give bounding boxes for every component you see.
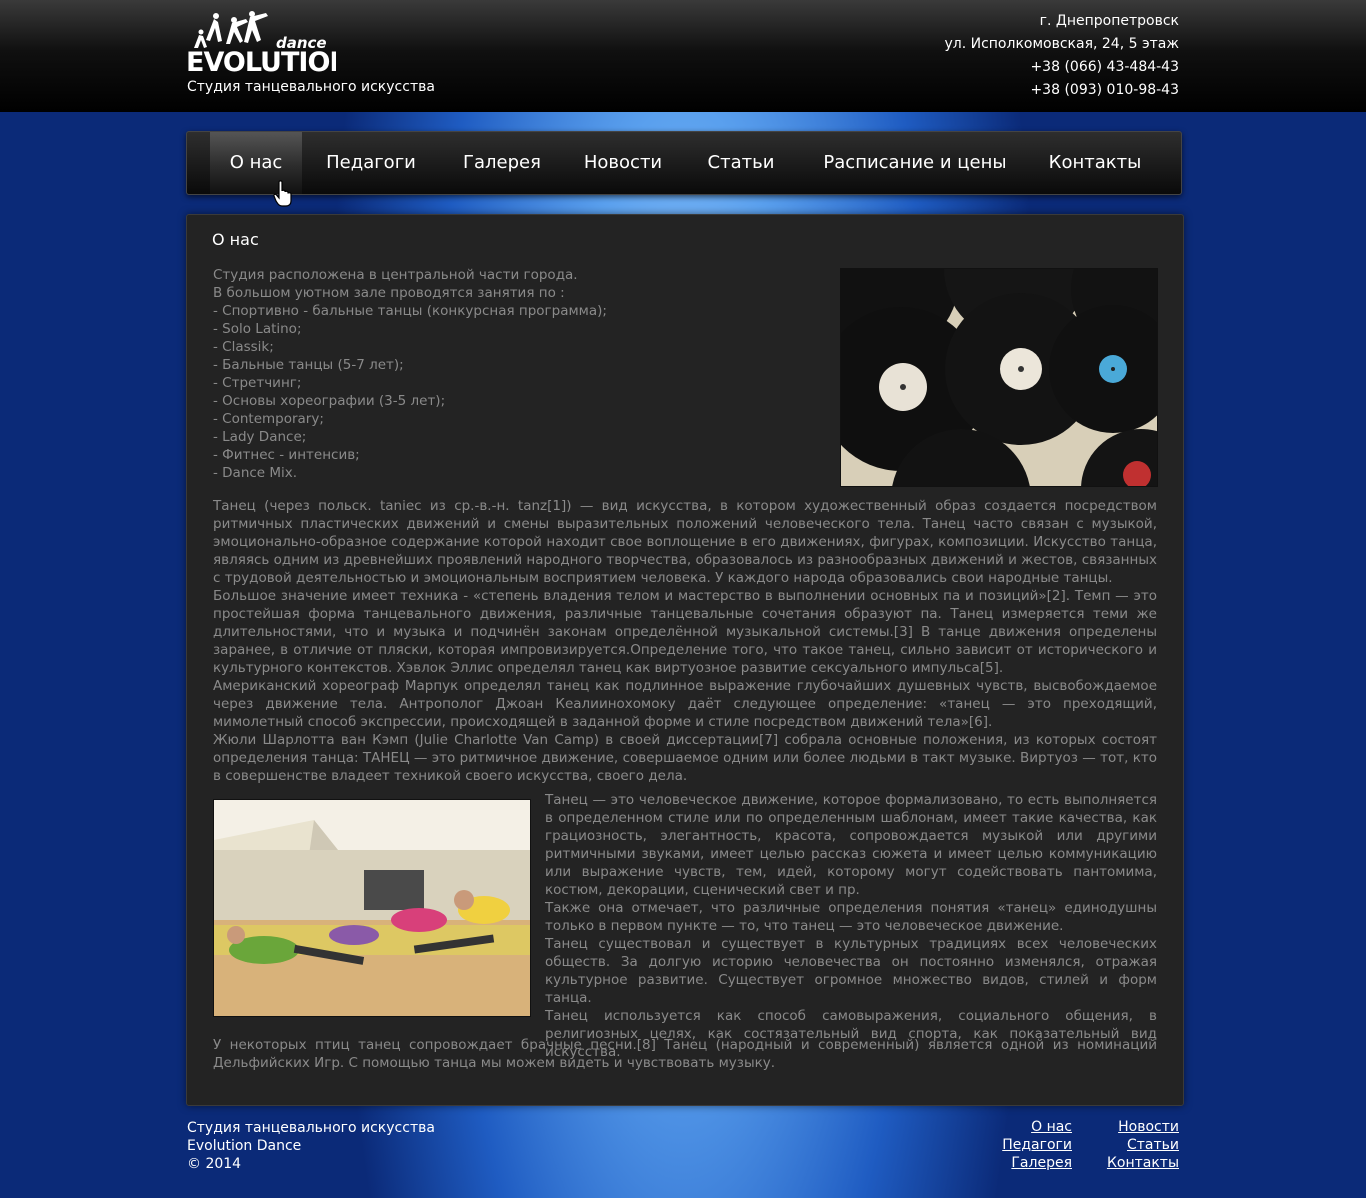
- site-header: dance EVOLUTION Студия танцевального иск…: [0, 0, 1366, 112]
- article-paragraph: Танец (через польск. taniec из ср.-в.-н.…: [213, 498, 1157, 586]
- footer-info: Студия танцевального искусства Evolution…: [187, 1119, 435, 1173]
- intro-line: - Classik;: [213, 339, 274, 355]
- intro-line: - Основы хореографии (3-5 лет);: [213, 393, 446, 409]
- footer-link-about[interactable]: О нас: [1031, 1119, 1072, 1135]
- main-navigation: О нас Педагоги Галерея Новости Статьи Ра…: [186, 131, 1182, 195]
- footer-link-teachers[interactable]: Педагоги: [1002, 1137, 1072, 1153]
- evolution-dance-logo[interactable]: dance EVOLUTION: [186, 10, 336, 76]
- footer-link-contacts[interactable]: Контакты: [1107, 1155, 1179, 1171]
- intro-list: Студия расположена в центральной части г…: [213, 266, 813, 482]
- side-article: Танец — это человеческое движение, котор…: [545, 791, 1157, 1061]
- nav-item-schedule[interactable]: Расписание и цены: [817, 132, 1013, 194]
- intro-line: - Бальные танцы (5-7 лет);: [213, 357, 404, 373]
- footer-link-news[interactable]: Новости: [1118, 1119, 1179, 1135]
- intro-line: - Стретчинг;: [213, 375, 302, 391]
- logo-evolution-text: EVOLUTION: [186, 47, 336, 76]
- contact-phone-1: +38 (066) 43-484-43: [1030, 59, 1179, 75]
- header-contacts: г. Днепропетровск ул. Исполкомовская, 24…: [944, 10, 1179, 102]
- main-article: Танец (через польск. taniec из ср.-в.-н.…: [213, 497, 1157, 785]
- article-paragraph: Американский хореограф Марпук определял …: [213, 678, 1157, 730]
- article-paragraph: Большое значение имеет техника - «степен…: [213, 588, 1157, 676]
- intro-line: - Фитнес - интенсив;: [213, 447, 360, 463]
- page-title: О нас: [212, 230, 259, 249]
- footer-link-gallery[interactable]: Галерея: [1011, 1155, 1072, 1171]
- intro-line: Студия расположена в центральной части г…: [213, 267, 578, 283]
- dance-class-photo: [213, 799, 531, 1017]
- nav-item-teachers[interactable]: Педагоги: [317, 132, 425, 194]
- nav-item-gallery[interactable]: Галерея: [452, 132, 552, 194]
- footer-copyright: © 2014: [187, 1156, 242, 1172]
- contact-city: г. Днепропетровск: [1039, 13, 1179, 29]
- closing-paragraph: У некоторых птиц танец сопровождает брач…: [213, 1037, 1157, 1071]
- vinyl-records-photo: [840, 268, 1158, 487]
- footer-brand: Evolution Dance: [187, 1138, 302, 1154]
- intro-line: - Solo Latino;: [213, 321, 302, 337]
- article-paragraph: Жюли Шарлотта ван Кэмп (Julie Charlotte …: [213, 732, 1157, 784]
- nav-item-contacts[interactable]: Контакты: [1047, 132, 1143, 194]
- footer-link-articles[interactable]: Статьи: [1127, 1137, 1179, 1153]
- hand-pointer-icon: [273, 180, 292, 207]
- side-paragraph: Танец существовал и существует в культур…: [545, 936, 1157, 1006]
- intro-line: - Dance Mix.: [213, 465, 298, 481]
- intro-line: - Contemporary;: [213, 411, 324, 427]
- footer-studio-name: Студия танцевального искусства: [187, 1120, 435, 1136]
- side-paragraph: Танец — это человеческое движение, котор…: [545, 792, 1157, 898]
- site-tagline: Студия танцевального искусства: [187, 79, 435, 95]
- intro-line: - Спортивно - бальные танцы (конкурсная …: [213, 303, 607, 319]
- intro-line: В большом уютном зале проводятся занятия…: [213, 285, 565, 301]
- contact-address: ул. Исполкомовская, 24, 5 этаж: [944, 36, 1179, 52]
- intro-line: - Lady Dance;: [213, 429, 307, 445]
- side-paragraph: Также она отмечает, что различные опреде…: [545, 900, 1157, 934]
- contact-phone-2: +38 (093) 010-98-43: [1030, 82, 1179, 98]
- nav-item-news[interactable]: Новости: [577, 132, 669, 194]
- nav-item-articles[interactable]: Статьи: [699, 132, 783, 194]
